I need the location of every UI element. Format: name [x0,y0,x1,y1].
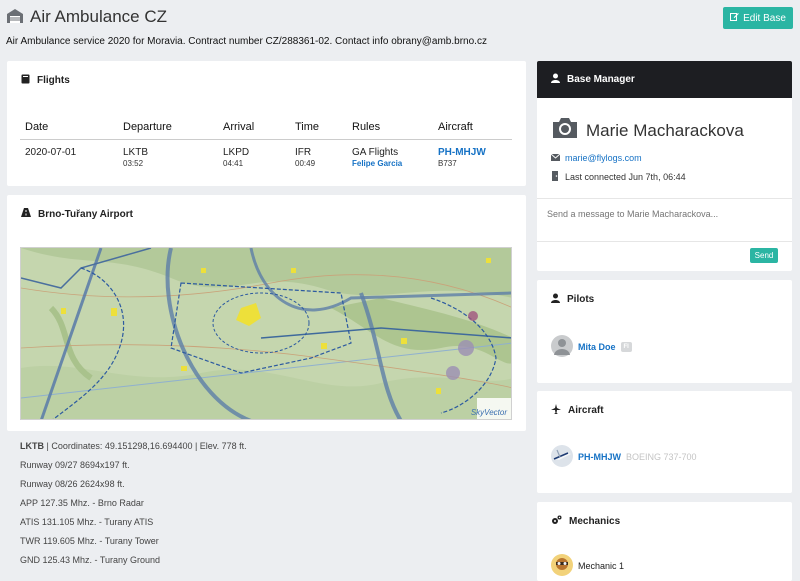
list-item[interactable]: Mechanic 1 [551,554,624,578]
base-manager-title: Base Manager [567,74,635,85]
manager-email-row: marie@flylogs.com [550,153,642,163]
flights-header: Flights [21,74,70,87]
base-title: Air Ambulance CZ [30,7,167,26]
message-input[interactable] [537,198,792,242]
col-departure: Departure [118,117,218,140]
manager-name-row: Marie Macharackova [551,116,744,145]
flights-card: Flights Date Departure Arrival Time Rule… [7,61,526,186]
mechanics-title: Mechanics [569,516,621,527]
base-manager-header: Base Manager [537,61,792,98]
airspace-map[interactable]: SkyVector [20,247,512,420]
list-item[interactable]: PH-MHJW BOEING 737-700 [551,445,697,469]
plane-icon [551,404,561,417]
pilots-card: Pilots Mita Doe FI [537,280,792,383]
pilot-badge: FI [620,342,632,352]
list-item[interactable]: Mita Doe FI [551,335,632,359]
avatar [551,445,573,469]
user-icon [551,73,560,86]
cell-time: IFR 00:49 [290,140,347,170]
manager-last-connected-row: Last connected Jun 7th, 06:44 [551,171,686,183]
pilots-title: Pilots [567,294,595,305]
flights-table: Date Departure Arrival Time Rules Aircra… [20,117,512,169]
col-aircraft: Aircraft [433,117,512,140]
gears-icon [551,515,562,528]
mechanics-header: Mechanics [551,515,620,528]
aircraft-registration[interactable]: PH-MHJW [578,452,621,462]
base-description: Air Ambulance service 2020 for Moravia. … [6,36,487,47]
last-connected: Last connected Jun 7th, 06:44 [565,172,686,182]
cell-arrival: LKPD 04:41 [218,140,290,170]
mechanic-name: Mechanic 1 [578,561,625,571]
pilot-name[interactable]: Mita Doe [578,342,616,352]
airport-info: LKTB | Coordinates: 49.151298,16.694400 … [20,437,520,570]
avatar [551,335,573,359]
freq-atis: ATIS 131.105 Mhz. - Turany ATIS [20,517,154,527]
flight-duration: 00:49 [295,159,316,168]
user-icon [551,293,560,306]
flight-date: 2020-07-01 [25,147,77,158]
aircraft-card: Aircraft PH-MHJW BOEING 737-700 [537,391,792,493]
flights-header-row: Date Departure Arrival Time Rules Aircra… [20,117,512,140]
aircraft-link[interactable]: PH-MHJW [438,147,507,158]
camera-icon [551,116,579,145]
freq-twr: TWR 119.605 Mhz. - Turany Tower [20,536,159,546]
airport-title: Brno-Tuřany Airport [38,208,133,220]
book-icon [21,74,30,87]
envelope-icon [550,153,561,163]
aircraft-model: BOEING 737-700 [626,452,697,462]
cell-rules: GA Flights Felipe Garcia [347,140,433,170]
skyvector-credit[interactable]: SkyVector [471,408,507,417]
edit-base-button[interactable]: Edit Base [723,7,793,29]
runway-2: Runway 08/26 2624x98 ft. [20,479,125,489]
freq-app: APP 127.35 Mhz. - Brno Radar [20,498,144,508]
table-row[interactable]: 2020-07-01 LKTB 03:52 LKPD 04:41 IFR 00:… [20,140,512,170]
airport-card: Brno-Tuřany Airport SkyVector [7,195,526,431]
rules-value: GA Flights [352,147,399,158]
base-manager-card: Base Manager Marie Macharackova marie@fl… [537,61,792,271]
hangar-icon [6,8,24,27]
edit-icon [730,12,739,24]
flight-rules-type: IFR [295,147,312,158]
edit-base-label: Edit Base [743,12,786,24]
avatar [551,554,573,578]
road-icon [21,208,31,220]
departure-code: LKTB [123,147,149,158]
airport-summary: LKTB | Coordinates: 49.151298,16.694400 … [20,437,520,456]
cell-aircraft: PH-MHJW B737 [433,140,512,170]
page-title: Air Ambulance CZ [6,4,167,30]
door-icon [551,171,560,183]
manager-email[interactable]: marie@flylogs.com [565,153,642,163]
aircraft-header: Aircraft [551,404,604,417]
mechanics-card: Mechanics Mechanic 1 [537,502,792,581]
aircraft-type: B737 [438,159,457,168]
col-arrival: Arrival [218,117,290,140]
arrival-code: LKPD [223,147,250,158]
send-button[interactable]: Send [750,248,778,263]
airport-coordinates: | Coordinates: 49.151298,16.694400 | Ele… [44,441,247,451]
cell-date: 2020-07-01 [20,140,118,170]
arrival-time: 04:41 [223,159,244,168]
pilots-header: Pilots [551,293,594,306]
col-rules: Rules [347,117,433,140]
pilot-link[interactable]: Felipe Garcia [352,158,428,169]
cell-departure: LKTB 03:52 [118,140,218,170]
col-date: Date [20,117,118,140]
departure-time: 03:52 [123,159,144,168]
runway-1: Runway 09/27 8694x197 ft. [20,460,130,470]
col-time: Time [290,117,347,140]
aircraft-title: Aircraft [568,405,604,416]
freq-gnd: GND 125.43 Mhz. - Turany Ground [20,555,161,565]
airport-code: LKTB [20,441,44,451]
flights-title: Flights [37,75,70,86]
airport-header: Brno-Tuřany Airport [21,208,133,220]
manager-name: Marie Macharackova [586,120,744,140]
